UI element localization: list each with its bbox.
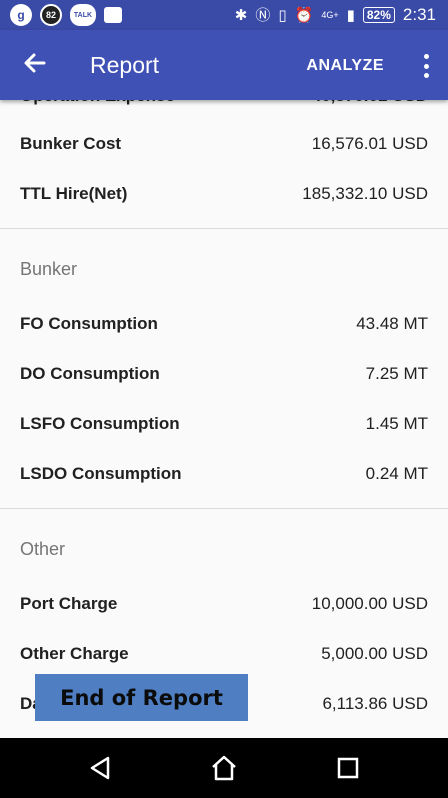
row-value: 1.45 MT: [365, 414, 428, 433]
row-label: LSDO Consumption: [20, 464, 182, 483]
signal-icon: ▮: [346, 6, 355, 24]
section-title-bunker: Bunker: [20, 259, 78, 279]
report-row: Bunker Cost 16,576.01 USD: [20, 119, 428, 169]
report-row: LSDO Consumption 0.24 MT: [20, 449, 428, 499]
section-divider: [0, 508, 448, 509]
bluetooth-icon: ✱: [234, 6, 248, 24]
row-label: Operation Expense: [20, 100, 175, 108]
row-label: FO Consumption: [20, 314, 158, 333]
row-value: 5,000.00 USD: [321, 644, 428, 663]
report-row: Other Charge 5,000.00 USD: [20, 629, 428, 679]
row-value: 43.48 MT: [356, 314, 428, 333]
analyze-button[interactable]: ANALYZE: [306, 57, 384, 75]
talk-app-icon: TALK: [70, 4, 96, 26]
back-arrow-icon[interactable]: [20, 48, 50, 78]
report-row: TTL Hire(Net) 185,332.10 USD: [20, 169, 428, 219]
row-value: 6,113.86 USD: [322, 694, 428, 713]
row-value: 10,000.00 USD: [311, 594, 428, 613]
vibrate-icon: ▯: [278, 6, 287, 24]
app-bar: Report ANALYZE: [0, 30, 448, 100]
navigation-bar: [0, 738, 448, 798]
row-label: DO Consumption: [20, 364, 160, 383]
row-value: 7.25 MT: [365, 364, 428, 383]
overflow-menu-icon[interactable]: [422, 54, 430, 78]
notification-icons: g 82 TALK: [10, 4, 122, 26]
g-app-icon: g: [10, 4, 32, 26]
image-icon: [104, 7, 122, 23]
end-of-report-toast: End of Report: [35, 674, 248, 721]
report-list[interactable]: Operation Expense 40,370.01 USD Bunker C…: [0, 100, 448, 738]
badge-app-icon: 82: [40, 4, 62, 26]
back-icon[interactable]: [84, 752, 116, 784]
row-value: 185,332.10 USD: [302, 184, 428, 203]
row-value: 16,576.01 USD: [311, 134, 428, 153]
section-divider: [0, 228, 448, 229]
row-label: Other Charge: [20, 644, 129, 663]
system-icons: ✱ Ⓝ ▯ ⏰ 4G+ ▮ 82% 2:31: [235, 4, 436, 25]
row-label: Bunker Cost: [20, 134, 122, 153]
section-title-other: Other: [20, 539, 66, 559]
row-label: TTL Hire(Net): [20, 184, 128, 203]
row-label: Port Charge: [20, 594, 118, 613]
report-row: FO Consumption 43.48 MT: [20, 299, 428, 349]
home-icon[interactable]: [208, 752, 240, 784]
status-bar: g 82 TALK ✱ Ⓝ ▯ ⏰ 4G+ ▮ 82% 2:31: [0, 0, 448, 30]
recent-apps-icon[interactable]: [332, 752, 364, 784]
row-value: 0.24 MT: [365, 464, 428, 483]
alarm-icon: ⏰: [294, 6, 314, 24]
page-title: Report: [90, 52, 160, 78]
report-row-cutoff: Operation Expense 40,370.01 USD: [20, 100, 428, 108]
battery-indicator: 82%: [362, 6, 395, 23]
row-value: 40,370.01 USD: [312, 100, 428, 108]
row-label: LSFO Consumption: [20, 414, 180, 433]
network-type: 4G+: [321, 9, 339, 20]
report-row: DO Consumption 7.25 MT: [20, 349, 428, 399]
nfc-icon: Ⓝ: [255, 7, 271, 24]
clock: 2:31: [402, 4, 436, 24]
report-row: Port Charge 10,000.00 USD: [20, 579, 428, 629]
report-row: LSFO Consumption 1.45 MT: [20, 399, 428, 449]
